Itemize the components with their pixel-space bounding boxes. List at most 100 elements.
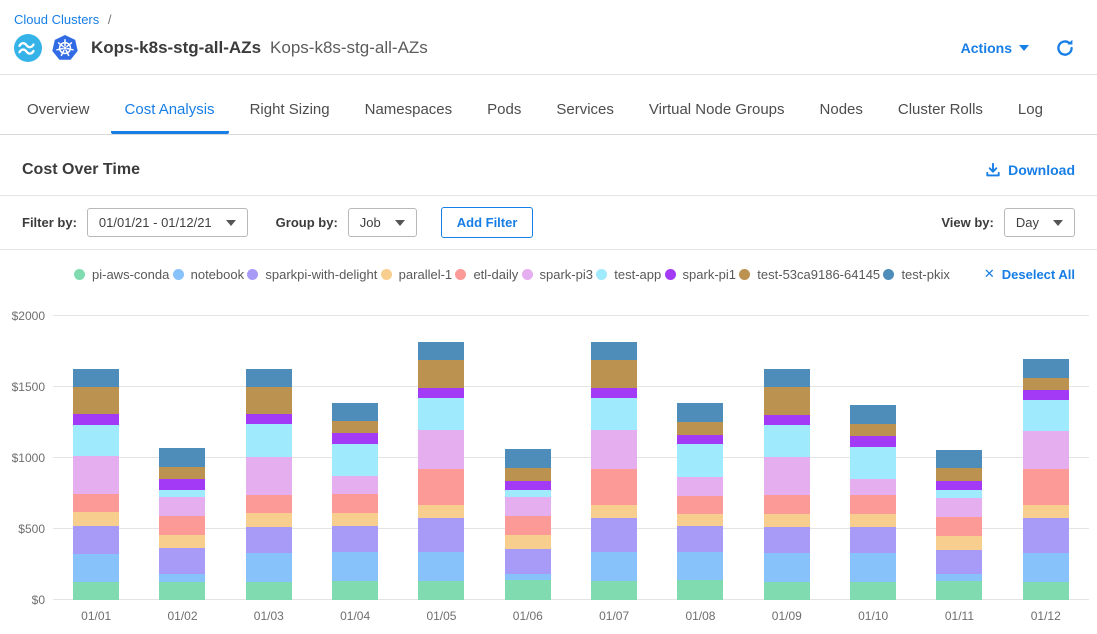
tab-pods[interactable]: Pods — [473, 84, 535, 134]
bar-segment-etl-daily[interactable] — [677, 496, 723, 514]
bar-segment-test-53ca9186-64145[interactable] — [677, 422, 723, 435]
bar-segment-parallel-1[interactable] — [246, 513, 292, 526]
bar-segment-parallel-1[interactable] — [764, 514, 810, 527]
bar-segment-pi-aws-conda[interactable] — [73, 582, 119, 600]
bar-segment-spark-pi3[interactable] — [332, 476, 378, 494]
bar-segment-test-53ca9186-64145[interactable] — [418, 360, 464, 388]
bar-segment-parallel-1[interactable] — [73, 512, 119, 526]
bar-segment-test-app[interactable] — [1023, 400, 1069, 431]
bar-segment-spark-pi1[interactable] — [505, 481, 551, 490]
legend-item-test-pkix[interactable]: test-pkix — [883, 267, 949, 282]
bar-segment-spark-pi3[interactable] — [505, 497, 551, 516]
refresh-button[interactable] — [1055, 38, 1075, 58]
bar-segment-sparkpi-with-delight[interactable] — [936, 550, 982, 575]
bar-segment-spark-pi3[interactable] — [73, 456, 119, 494]
legend-item-test-53ca9186-64145[interactable]: test-53ca9186-64145 — [739, 267, 880, 282]
bar-segment-spark-pi1[interactable] — [73, 414, 119, 425]
bar-segment-etl-daily[interactable] — [936, 517, 982, 536]
bar-segment-etl-daily[interactable] — [332, 494, 378, 513]
bar-segment-parallel-1[interactable] — [505, 535, 551, 548]
bar-segment-test-app[interactable] — [159, 490, 205, 497]
bar-segment-etl-daily[interactable] — [505, 516, 551, 535]
actions-button[interactable]: Actions — [961, 40, 1029, 56]
bar-segment-test-app[interactable] — [677, 444, 723, 477]
bar-segment-parallel-1[interactable] — [332, 513, 378, 526]
bar-segment-test-53ca9186-64145[interactable] — [1023, 378, 1069, 390]
bar-segment-sparkpi-with-delight[interactable] — [246, 527, 292, 553]
bar-segment-pi-aws-conda[interactable] — [936, 581, 982, 600]
bar-segment-test-53ca9186-64145[interactable] — [159, 467, 205, 480]
bar-segment-spark-pi1[interactable] — [850, 436, 896, 447]
view-by-select[interactable]: Day — [1004, 208, 1075, 237]
bar-segment-pi-aws-conda[interactable] — [591, 581, 637, 600]
bar-segment-notebook[interactable] — [332, 552, 378, 581]
bar-segment-test-app[interactable] — [73, 425, 119, 456]
bar-segment-pi-aws-conda[interactable] — [850, 582, 896, 600]
bar-segment-etl-daily[interactable] — [159, 516, 205, 534]
bar-segment-etl-daily[interactable] — [1023, 469, 1069, 505]
bar-segment-sparkpi-with-delight[interactable] — [332, 526, 378, 552]
legend-item-parallel-1[interactable]: parallel-1 — [381, 267, 452, 282]
bar-segment-test-53ca9186-64145[interactable] — [73, 387, 119, 414]
bar-segment-parallel-1[interactable] — [850, 514, 896, 527]
bar-segment-sparkpi-with-delight[interactable] — [418, 518, 464, 552]
bar-segment-sparkpi-with-delight[interactable] — [850, 527, 896, 553]
bar-segment-test-53ca9186-64145[interactable] — [850, 424, 896, 436]
bar-segment-parallel-1[interactable] — [677, 514, 723, 526]
bar-segment-pi-aws-conda[interactable] — [246, 582, 292, 600]
legend-item-spark-pi3[interactable]: spark-pi3 — [522, 267, 593, 282]
bar-segment-pi-aws-conda[interactable] — [332, 581, 378, 600]
bar-segment-spark-pi3[interactable] — [159, 497, 205, 516]
bar-segment-sparkpi-with-delight[interactable] — [1023, 518, 1069, 553]
bar-segment-spark-pi1[interactable] — [418, 388, 464, 398]
bar-segment-test-app[interactable] — [332, 444, 378, 476]
bar-segment-etl-daily[interactable] — [246, 495, 292, 513]
bar-segment-spark-pi1[interactable] — [159, 479, 205, 490]
legend-item-etl-daily[interactable]: etl-daily — [455, 267, 518, 282]
download-button[interactable]: Download — [985, 162, 1075, 178]
bar-segment-spark-pi3[interactable] — [591, 430, 637, 468]
bar-segment-spark-pi3[interactable] — [850, 479, 896, 495]
deselect-all-button[interactable]: ✕ Deselect All — [984, 266, 1075, 282]
bar-segment-notebook[interactable] — [677, 552, 723, 580]
bar-segment-spark-pi3[interactable] — [677, 477, 723, 496]
bar-segment-parallel-1[interactable] — [1023, 505, 1069, 518]
bar-segment-sparkpi-with-delight[interactable] — [677, 526, 723, 552]
bar-segment-test-pkix[interactable] — [73, 369, 119, 387]
bar-segment-test-pkix[interactable] — [159, 448, 205, 466]
legend-item-notebook[interactable]: notebook — [173, 267, 245, 282]
legend-item-sparkpi-with-delight[interactable]: sparkpi-with-delight — [247, 267, 377, 282]
legend-item-pi-aws-conda[interactable]: pi-aws-conda — [74, 267, 169, 282]
bar-segment-notebook[interactable] — [850, 553, 896, 582]
bar-segment-spark-pi1[interactable] — [246, 414, 292, 424]
add-filter-button[interactable]: Add Filter — [441, 207, 534, 238]
bar-segment-test-pkix[interactable] — [332, 403, 378, 421]
bar-segment-notebook[interactable] — [764, 553, 810, 582]
bar-segment-test-pkix[interactable] — [850, 405, 896, 424]
bar-segment-sparkpi-with-delight[interactable] — [591, 518, 637, 552]
bar-segment-etl-daily[interactable] — [764, 495, 810, 514]
bar-segment-test-app[interactable] — [936, 490, 982, 498]
bar-segment-test-53ca9186-64145[interactable] — [332, 421, 378, 433]
date-range-select[interactable]: 01/01/21 - 01/12/21 — [87, 208, 248, 237]
bar-segment-notebook[interactable] — [591, 552, 637, 581]
bar-segment-test-pkix[interactable] — [246, 369, 292, 387]
bar-segment-test-pkix[interactable] — [677, 403, 723, 421]
bar-segment-test-53ca9186-64145[interactable] — [591, 360, 637, 388]
bar-segment-notebook[interactable] — [73, 554, 119, 582]
breadcrumb-link-cloud-clusters[interactable]: Cloud Clusters — [14, 12, 99, 27]
bar-segment-spark-pi3[interactable] — [418, 430, 464, 468]
bar-segment-etl-daily[interactable] — [850, 495, 896, 514]
bar-segment-test-app[interactable] — [505, 490, 551, 497]
bar-segment-test-53ca9186-64145[interactable] — [764, 387, 810, 415]
bar-segment-parallel-1[interactable] — [591, 505, 637, 518]
bar-segment-pi-aws-conda[interactable] — [159, 582, 205, 600]
bar-segment-sparkpi-with-delight[interactable] — [159, 548, 205, 574]
bar-segment-spark-pi1[interactable] — [677, 435, 723, 444]
bar-segment-test-53ca9186-64145[interactable] — [936, 468, 982, 481]
bar-segment-spark-pi1[interactable] — [936, 481, 982, 490]
tab-cost-analysis[interactable]: Cost Analysis — [111, 84, 229, 134]
bar-segment-test-pkix[interactable] — [505, 449, 551, 468]
tab-nodes[interactable]: Nodes — [806, 84, 877, 134]
tab-log[interactable]: Log — [1004, 84, 1057, 134]
